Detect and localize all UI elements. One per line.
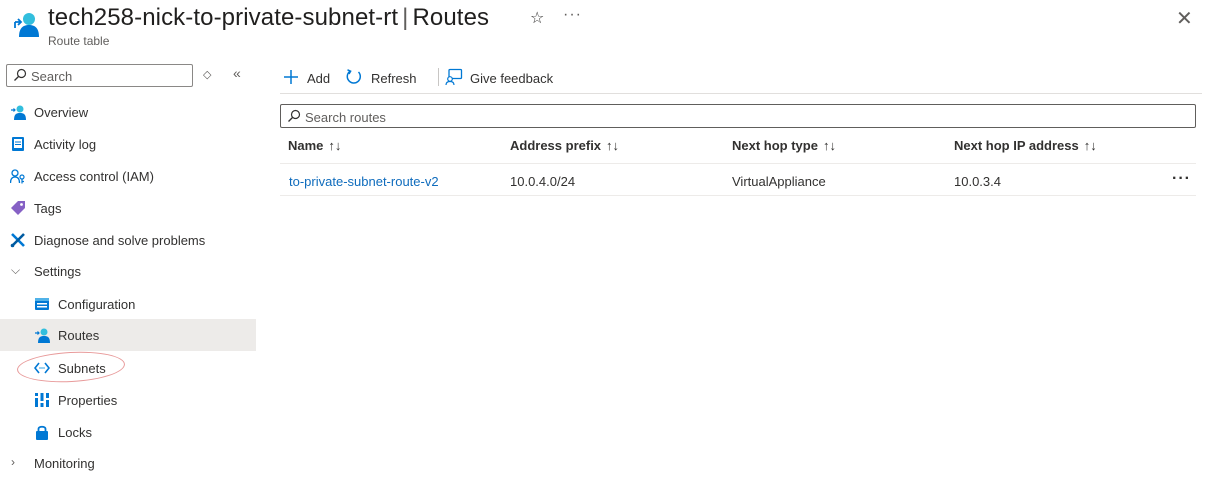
- route-table-icon: [14, 13, 39, 37]
- main-content: Add Refresh Give feedback Search routes: [270, 56, 1210, 489]
- toolbar-divider: [438, 68, 439, 86]
- sidebar-item-label: Diagnose and solve problems: [34, 233, 206, 248]
- wrench-icon: [10, 233, 25, 248]
- sidebar-item-label: Routes: [58, 328, 100, 343]
- sidebar-item-label: Properties: [58, 393, 118, 408]
- sort-icon: ↑↓: [822, 138, 836, 153]
- add-button[interactable]: Add: [282, 66, 334, 90]
- routes-table-header: Name ↑↓ Address prefix ↑↓ Next hop type ↑↓ …: [280, 134, 1196, 164]
- refresh-icon: [346, 69, 361, 84]
- filter-diamond-icon[interactable]: ◇: [203, 68, 211, 81]
- iam-icon: [10, 169, 25, 184]
- route-name-link[interactable]: to-private-subnet-route-v2: [289, 174, 439, 189]
- column-header-label: Name: [288, 138, 324, 153]
- sort-icon: ↑↓: [328, 138, 342, 153]
- sidebar-item-locks[interactable]: Locks: [0, 416, 256, 448]
- sidebar-item-label: Activity log: [34, 137, 97, 152]
- favorite-star-icon[interactable]: ☆: [530, 8, 544, 28]
- sort-icon: ↑↓: [606, 138, 620, 153]
- table-row: to-private-subnet-route-v2 10.0.4.0/24 V…: [280, 164, 1196, 196]
- column-header-name[interactable]: Name ↑↓: [288, 138, 341, 153]
- close-icon[interactable]: ✕: [1176, 6, 1193, 31]
- title-separator: |: [402, 4, 409, 31]
- tag-icon: [11, 201, 25, 215]
- sidebar-item-label: Tags: [34, 201, 62, 216]
- sidebar-item-label: Locks: [58, 425, 92, 440]
- sidebar-item-properties[interactable]: Properties: [0, 384, 256, 416]
- more-options-icon[interactable]: ···: [563, 6, 582, 24]
- lock-icon: [36, 425, 48, 440]
- refresh-button[interactable]: Refresh: [345, 66, 425, 90]
- column-header-label: Next hop IP address: [954, 138, 1079, 153]
- sidebar-group-settings[interactable]: ⌵ Settings: [0, 255, 256, 287]
- search-icon: [288, 109, 301, 122]
- next-hop-ip-cell: 10.0.3.4: [954, 174, 1001, 189]
- sidebar-group-label: Settings: [34, 264, 81, 279]
- page-header: tech258-nick-to-private-subnet-rt | Routes…: [0, 0, 1210, 56]
- resource-menu: Search ◇ « Overview Activity log Access …: [0, 56, 256, 489]
- address-prefix-cell: 10.0.4.0/24: [510, 174, 576, 189]
- sidebar-group-monitoring[interactable]: › Monitoring: [0, 447, 256, 479]
- sidebar-item-diagnose[interactable]: Diagnose and solve problems: [0, 224, 256, 256]
- column-header-next-hop-type[interactable]: Next hop type ↑↓: [732, 138, 836, 153]
- route-table-icon: [35, 328, 50, 343]
- search-routes-input[interactable]: Search routes: [280, 104, 1196, 128]
- sidebar-item-access-control[interactable]: Access control (IAM): [0, 160, 256, 192]
- refresh-button-label: Refresh: [371, 71, 417, 86]
- sort-icon: ↑↓: [1083, 138, 1097, 153]
- column-header-label: Next hop type: [732, 138, 818, 153]
- sidebar-item-activity-log[interactable]: Activity log: [0, 128, 256, 160]
- sidebar-item-routes[interactable]: Routes: [0, 319, 256, 351]
- give-feedback-button[interactable]: Give feedback: [445, 66, 560, 90]
- search-icon: [14, 68, 27, 81]
- search-routes-placeholder: Search routes: [305, 110, 386, 125]
- sidebar-item-label: Access control (IAM): [34, 169, 154, 184]
- column-header-next-hop-ip[interactable]: Next hop IP address ↑↓: [954, 138, 1097, 153]
- sidebar-group-label: Monitoring: [34, 456, 95, 471]
- resource-name: tech258-nick-to-private-subnet-rt: [48, 4, 399, 31]
- feedback-icon: [445, 68, 463, 86]
- command-bar: Add Refresh Give feedback: [280, 62, 1202, 94]
- collapse-menu-icon[interactable]: «: [233, 65, 241, 81]
- chevron-right-icon: ›: [11, 455, 15, 469]
- row-more-options-icon[interactable]: ···: [1172, 170, 1191, 188]
- resource-type: Route table: [48, 34, 110, 48]
- sidebar-item-tags[interactable]: Tags: [0, 192, 256, 224]
- add-button-label: Add: [307, 71, 331, 86]
- give-feedback-label: Give feedback: [470, 71, 554, 86]
- sidebar-item-label: Overview: [34, 105, 89, 120]
- sidebar-item-label: Configuration: [58, 297, 136, 312]
- plus-icon: [284, 70, 298, 84]
- properties-icon: [35, 393, 49, 407]
- activity-log-icon: [12, 137, 24, 151]
- menu-search-input[interactable]: Search: [6, 64, 193, 87]
- column-header-address-prefix[interactable]: Address prefix ↑↓: [510, 138, 619, 153]
- next-hop-type-cell: VirtualAppliance: [732, 174, 826, 189]
- configuration-icon: [35, 298, 49, 310]
- page-title: tech258-nick-to-private-subnet-rt | Routes: [48, 4, 489, 32]
- column-header-label: Address prefix: [510, 138, 602, 153]
- sidebar-item-overview[interactable]: Overview: [0, 96, 256, 128]
- blade-name: Routes: [412, 4, 490, 31]
- chevron-down-icon: ⌵: [11, 263, 21, 277]
- route-table-icon: [11, 105, 26, 120]
- sidebar-item-configuration[interactable]: Configuration: [0, 288, 256, 320]
- menu-search-placeholder: Search: [31, 69, 73, 84]
